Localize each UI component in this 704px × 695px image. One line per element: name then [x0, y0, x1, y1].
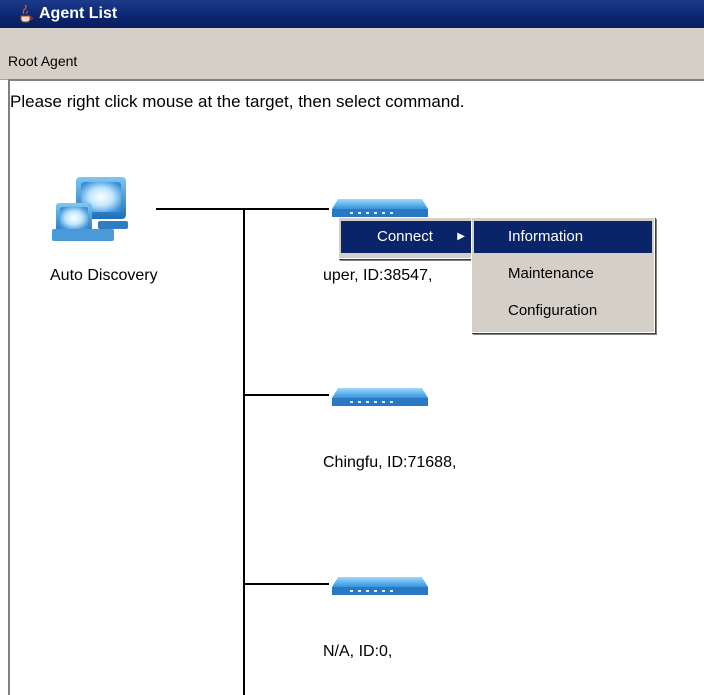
device-label: N/A, ID:0, — [323, 643, 393, 660]
menu-bar: Root Agent — [0, 44, 704, 80]
menu-item-connect[interactable]: Connect ▶ — [341, 221, 473, 253]
submenu-arrow-icon: ▶ — [457, 231, 465, 242]
connect-submenu: Information Maintenance Configuration — [471, 217, 655, 333]
device-label: uper, ID:38547, — [323, 267, 433, 284]
window-title: Agent List — [39, 5, 118, 22]
menu-item-configuration[interactable]: Configuration — [474, 295, 652, 327]
context-menu: Connect ▶ — [338, 217, 476, 259]
instruction-text: Please right click mouse at the target, … — [10, 92, 465, 111]
agent-topology-canvas[interactable]: Please right click mouse at the target, … — [8, 79, 704, 695]
switch-icon[interactable] — [330, 384, 430, 412]
menu-item-maintenance[interactable]: Maintenance — [474, 258, 652, 290]
title-bar[interactable]: Agent List — [0, 0, 704, 28]
switch-icon[interactable] — [330, 573, 430, 601]
menu-root-agent[interactable]: Root Agent — [8, 44, 77, 79]
root-agent-label: Auto Discovery — [50, 267, 158, 284]
computer-icon[interactable] — [50, 175, 134, 243]
connector-trunk — [243, 208, 245, 695]
menu-item-information[interactable]: Information — [474, 221, 652, 253]
connector-device-2 — [243, 394, 329, 396]
java-cup-icon — [20, 5, 33, 23]
title-spacer — [0, 28, 704, 44]
device-label: Chingfu, ID:71688, — [323, 454, 457, 471]
connector-device-3 — [243, 583, 329, 585]
